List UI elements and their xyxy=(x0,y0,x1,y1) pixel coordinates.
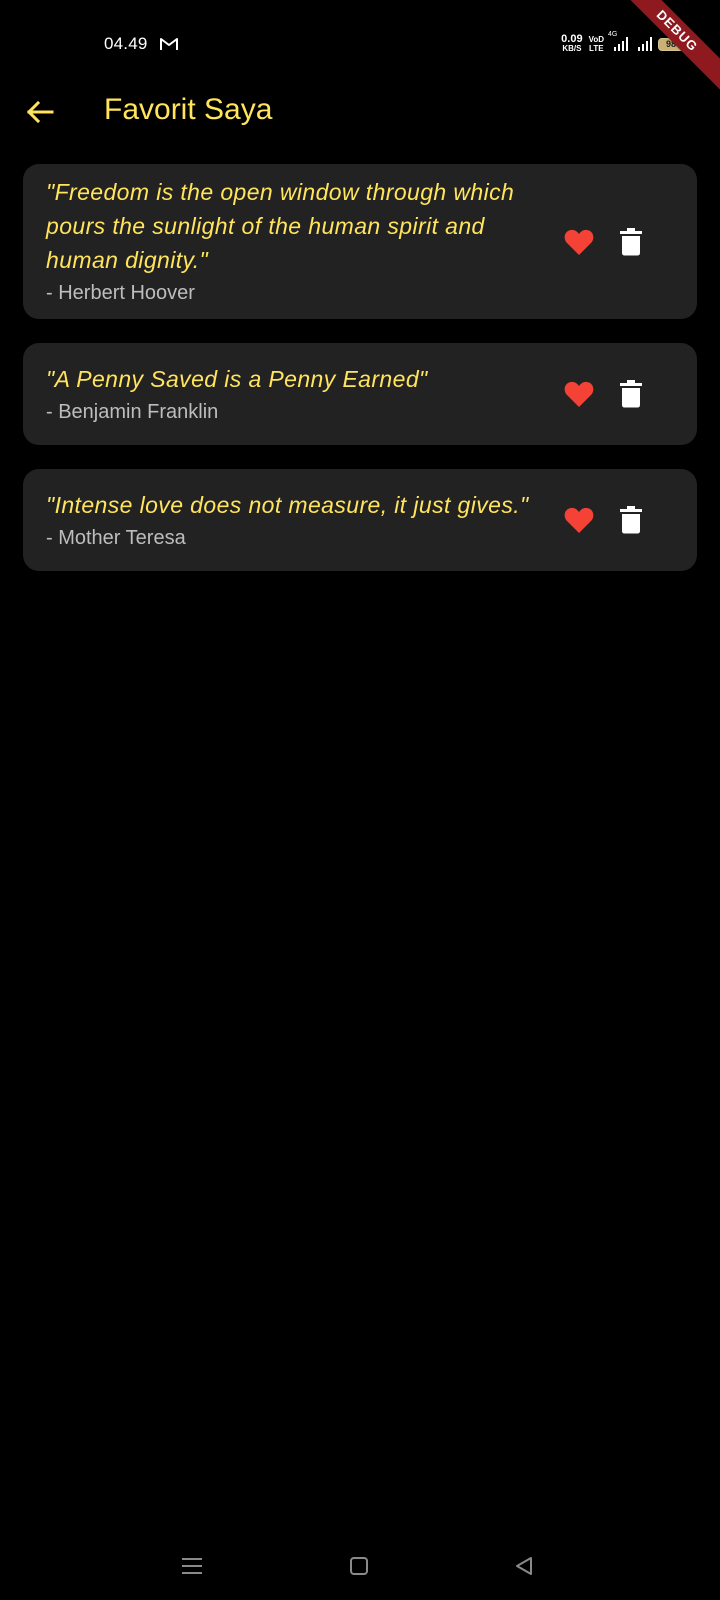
quote-card: "Intense love does not measure, it just … xyxy=(23,469,697,571)
quote-text: "A Penny Saved is a Penny Earned" xyxy=(46,365,428,392)
trash-icon xyxy=(620,227,642,255)
quote-content: "A Penny Saved is a Penny Earned" - Benj… xyxy=(46,362,526,427)
screen: 04.49 0.09 KB/S VoD LTE 4G 98 DEBUG Favo… xyxy=(0,0,720,1600)
trash-icon xyxy=(620,506,642,534)
quote-card: "Freedom is the open window through whic… xyxy=(23,164,697,319)
quote-content: "Intense love does not measure, it just … xyxy=(46,488,529,553)
quote-author: - Benjamin Franklin xyxy=(46,400,219,423)
system-nav-bar xyxy=(0,1530,720,1600)
heart-icon xyxy=(564,507,594,533)
card-actions xyxy=(563,378,647,410)
delete-button[interactable] xyxy=(615,226,647,258)
quote-list: "Freedom is the open window through whic… xyxy=(23,164,697,595)
quote-author: - Mother Teresa xyxy=(46,526,186,549)
back-button[interactable] xyxy=(22,94,58,130)
volte-indicator: VoD LTE xyxy=(589,35,604,53)
menu-icon xyxy=(182,1558,202,1574)
quote-content: "Freedom is the open window through whic… xyxy=(46,175,526,308)
network-speed-unit: KB/S xyxy=(562,44,582,53)
heart-icon xyxy=(564,229,594,255)
delete-button[interactable] xyxy=(615,378,647,410)
back-triangle-icon xyxy=(516,1557,532,1575)
card-actions xyxy=(563,226,647,258)
quote-card: "A Penny Saved is a Penny Earned" - Benj… xyxy=(23,343,697,445)
home-button[interactable] xyxy=(343,1550,375,1582)
volte-bottom: LTE xyxy=(589,44,604,53)
card-actions xyxy=(563,504,647,536)
favorite-button[interactable] xyxy=(563,226,595,258)
trash-icon xyxy=(620,380,642,408)
signal-icon-2 xyxy=(638,37,652,51)
quote-text: "Intense love does not measure, it just … xyxy=(46,491,529,518)
favorite-button[interactable] xyxy=(563,378,595,410)
status-time: 04.49 xyxy=(104,34,148,53)
network-type: 4G xyxy=(608,31,618,38)
arrow-left-icon xyxy=(26,100,54,124)
network-speed-value: 0.09 xyxy=(561,33,583,45)
favorite-button[interactable] xyxy=(563,504,595,536)
quote-author: - Herbert Hoover xyxy=(46,282,195,304)
quote-text: "Freedom is the open window through whic… xyxy=(46,179,515,273)
delete-button[interactable] xyxy=(615,504,647,536)
signal-icon: 4G xyxy=(608,31,628,51)
mail-icon xyxy=(160,38,178,50)
recents-button[interactable] xyxy=(176,1550,208,1582)
network-speed: 0.09 KB/S xyxy=(561,33,583,54)
heart-icon xyxy=(564,381,594,407)
app-bar: Favorit Saya xyxy=(0,80,720,144)
system-back-button[interactable] xyxy=(508,1550,540,1582)
status-bar: 04.49 0.09 KB/S VoD LTE 4G 98 DEBUG xyxy=(0,0,720,99)
home-square-icon xyxy=(350,1557,368,1575)
page-title: Favorit Saya xyxy=(104,93,273,126)
volte-top: VoD xyxy=(588,35,604,44)
